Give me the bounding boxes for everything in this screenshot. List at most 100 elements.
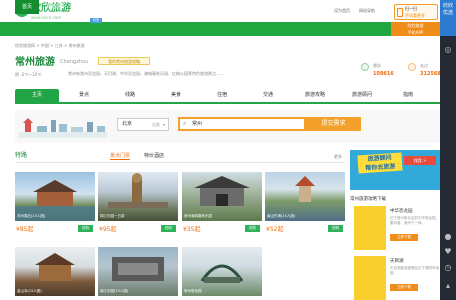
nav-toolbox[interactable]: 百宝箱: [244, 0, 272, 14]
breadcrumb[interactable]: 欣欣旅游网 > 中国 > 江苏 > 常州旅游: [15, 43, 85, 49]
tab-strategy[interactable]: 旅游攻略: [292, 89, 338, 102]
page-title: 常州旅游: [15, 57, 55, 68]
product-card[interactable]: 锦江乐园一日游 ¥95起 抢购: [98, 172, 178, 235]
scan-qr-box[interactable]: 扫一扫 手机看更多: [394, 4, 438, 20]
card-caption: 南山竹海(15人团): [267, 214, 296, 218]
rail-cta-line1: 欣欣: [442, 3, 453, 9]
product-card[interactable]: 金山寺(15人团): [15, 247, 95, 300]
guide-name: 天目湖: [390, 259, 404, 264]
tab-lodging[interactable]: 住宿: [200, 89, 244, 102]
promo-line2: 帮你去旅游: [365, 162, 396, 173]
tab-transport[interactable]: 交通: [246, 89, 290, 102]
search-query: 常州: [192, 121, 203, 127]
top-icon[interactable]: ▴: [442, 280, 454, 292]
buy-button[interactable]: 抢购: [245, 225, 260, 232]
product-card[interactable]: 南山竹海(15人团) ¥52起 抢购: [265, 172, 345, 235]
tab-advisor[interactable]: 旅游顾问: [340, 89, 384, 102]
guide-download-button[interactable]: 立即下载: [390, 284, 418, 291]
set-home-link[interactable]: 设为首页: [334, 8, 350, 14]
card-caption: 苏州周庄(15人团): [17, 214, 46, 218]
nav-home[interactable]: 首页: [15, 0, 39, 14]
departure-select[interactable]: 北京 出发 ▾: [117, 118, 169, 131]
my-guide-button[interactable]: 我的常州旅游攻略: [98, 57, 150, 65]
nav-theme-tour[interactable]: 主题游: [165, 0, 193, 14]
weibo-icon[interactable]: ◎: [442, 44, 454, 56]
guide-item[interactable]: 中华恐龙园 位于常州新北区的中华恐龙园，集科普、娱乐于一体。 立即下载: [354, 206, 440, 250]
scan-line2: 手机看更多: [405, 13, 425, 18]
nav-selected[interactable]: 欣欣优选: [74, 0, 106, 14]
guide-desc: 位于常州新北区的中华恐龙园，集科普、娱乐于一体。: [390, 216, 439, 225]
nav-badge: 特惠: [90, 18, 102, 23]
card-caption: 锦江乐园(15人团): [100, 289, 129, 293]
nav-guide[interactable]: 攻略: [222, 0, 242, 14]
tab-guide-dropdown[interactable]: 指南: [386, 89, 430, 102]
card-price: ¥95起: [99, 226, 117, 233]
card-caption: 常州淹城春秋乐园: [184, 214, 212, 218]
tab-routes[interactable]: 线路: [108, 89, 152, 102]
search-icon: ⌕: [183, 120, 187, 127]
buy-button[interactable]: 抢购: [161, 225, 176, 232]
card-price: ¥85起: [16, 226, 34, 233]
guide-name: 中华恐龙园: [390, 209, 413, 214]
scan-line1: 扫一扫: [405, 6, 417, 11]
phone-icon: [397, 8, 403, 17]
chevron-down-icon: ▾: [163, 122, 166, 127]
been-there-icon[interactable]: [408, 63, 416, 71]
nav-group-tour[interactable]: 跟团游: [107, 0, 135, 14]
logo-url: www.cncn.com: [31, 15, 62, 20]
want-go-label: 想去: [373, 63, 381, 68]
search-input[interactable]: ⌕ 常州: [178, 117, 306, 131]
promo-cta[interactable]: 找我 >: [404, 156, 436, 165]
section-divider: [15, 162, 345, 163]
guide-cover-image: [354, 256, 386, 300]
weather-info: 阴 -2℃~10℃: [15, 72, 42, 77]
wechat-icon[interactable]: ●: [442, 231, 454, 243]
guide-desc: 天目湖旅游度假区位于溧阳市南部。: [390, 266, 439, 275]
card-caption: 锦江乐园一日游: [100, 214, 125, 218]
departure-city: 北京: [122, 121, 133, 127]
promo-title: 旅游顾问 帮你去旅游: [357, 152, 403, 174]
card-price: ¥35起: [183, 226, 201, 233]
product-card[interactable]: 苏州周庄(15人团) ¥85起 抢购: [15, 172, 95, 235]
want-go-icon[interactable]: [361, 63, 369, 71]
been-there-count: 312568: [420, 71, 441, 77]
departure-hint: 出发: [152, 122, 160, 127]
product-card[interactable]: 常州恐龙园: [182, 247, 262, 300]
want-go-count: 108616: [373, 71, 394, 77]
nav-advisor[interactable]: 旅游顾问: [40, 0, 72, 14]
tab-attractions[interactable]: 景点: [62, 89, 106, 102]
site-nav-link[interactable]: 网站导航: [359, 8, 375, 14]
product-card[interactable]: 常州淹城春秋乐园 ¥35起 抢购: [182, 172, 262, 235]
buy-button[interactable]: 抢购: [78, 225, 93, 232]
section-title: 特路: [15, 152, 28, 159]
main-nav: [0, 22, 440, 36]
more-link[interactable]: 更多: [334, 154, 342, 160]
card-price: ¥52起: [266, 226, 284, 233]
product-card[interactable]: 锦江乐园(15人团): [98, 247, 178, 300]
sidebar: 旅游顾问 帮你去旅游 找我 > 常州旅游攻略下载 中华恐龙园 位于常州新北区的中…: [350, 150, 440, 300]
guide-download-button[interactable]: 立即下载: [390, 234, 418, 241]
city-pinyin: Changzhou: [60, 59, 89, 65]
subtab-tickets[interactable]: 景点门票: [110, 152, 131, 160]
guide-item[interactable]: 天目湖 天目湖旅游度假区位于溧阳市南部。 立即下载: [354, 256, 440, 300]
submit-request-button[interactable]: 提交需求: [306, 117, 361, 131]
clock-icon[interactable]: ◷: [442, 262, 454, 274]
tab-home[interactable]: 主页: [15, 89, 59, 102]
tab-food[interactable]: 美食: [154, 89, 198, 102]
app-download-button[interactable]: 欣欣旅游 手机APP: [391, 22, 440, 36]
subtab-hotels[interactable]: 特价酒店: [144, 152, 164, 159]
rail-selected-button[interactable]: 欣欣 优选: [440, 0, 456, 36]
card-caption: 金山寺(15人团): [17, 289, 42, 293]
advisor-promo-banner[interactable]: 旅游顾问 帮你去旅游 找我 >: [350, 150, 440, 190]
heart-icon[interactable]: ♥: [442, 246, 454, 258]
card-caption: 常州恐龙园: [184, 289, 202, 293]
buy-button[interactable]: 抢购: [328, 225, 343, 232]
rail-cta-line2: 优选: [442, 10, 453, 16]
been-there-label: 去过: [420, 63, 428, 68]
city-skyline-illustration: [19, 118, 107, 138]
nav-self-tour[interactable]: 自助游: [136, 0, 164, 14]
nav-drive-tour[interactable]: 自驾游: [194, 0, 222, 14]
app-line1: 欣欣旅游: [407, 23, 424, 28]
download-title: 常州旅游攻略下载: [350, 197, 386, 202]
city-description: 常州有常州恐龙园、天目湖、中华恐龙园、淹城春秋乐园、红梅公园等特色旅游景点……: [68, 71, 224, 76]
